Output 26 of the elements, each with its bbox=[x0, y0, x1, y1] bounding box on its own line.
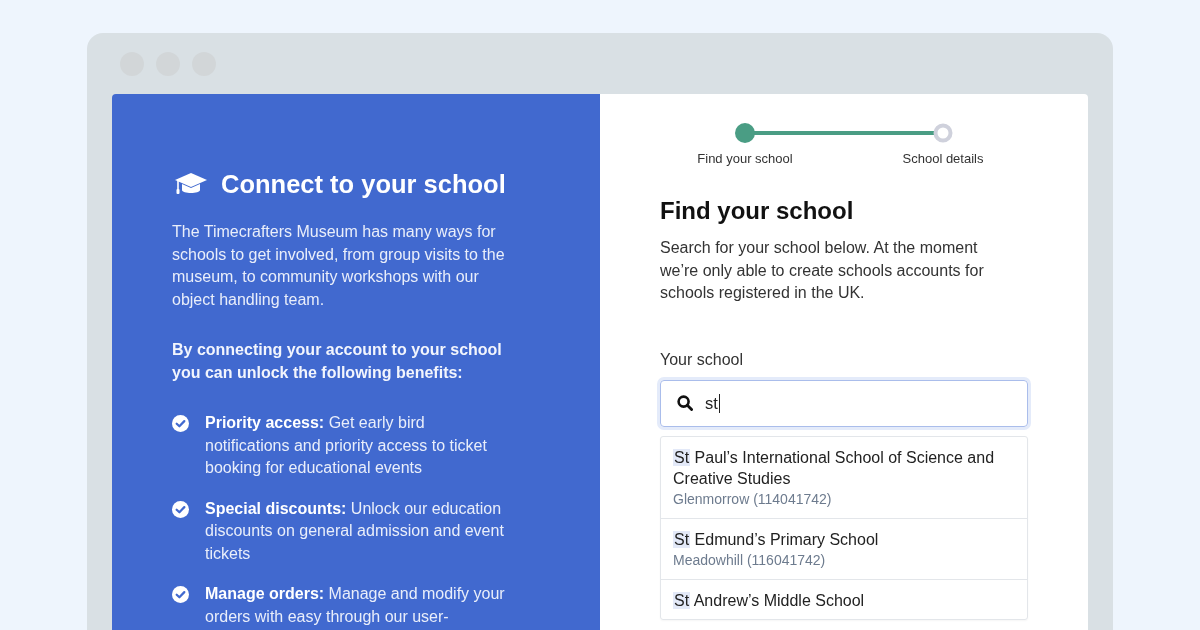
step-label: Find your school bbox=[697, 151, 793, 167]
form-description: Search for your school below. At the moment we’re only able to create schools accounts for schools registered in the UK. bbox=[660, 238, 985, 303]
search-result-item[interactable]: St Edmund’s Primary School Meadowhill (116041742) bbox=[661, 517, 1027, 579]
result-location: Meadowhill (116041742) bbox=[673, 550, 827, 570]
search-field[interactable]: st bbox=[660, 379, 1028, 427]
benefits-intro: By connecting your account to your school you can unlock the following benefits: bbox=[172, 340, 503, 383]
result-location: Glenmorrow (114041742) bbox=[673, 489, 833, 509]
check-circle-icon bbox=[172, 500, 189, 518]
step-label: School details bbox=[902, 151, 984, 167]
field-label: Your school bbox=[660, 349, 745, 370]
graduation-cap-icon bbox=[174, 172, 208, 196]
text-cursor-icon bbox=[718, 393, 721, 413]
panel-title: Connect to your school bbox=[221, 169, 506, 199]
check-circle-icon bbox=[172, 586, 189, 603]
result-name: St Paul’s International School of Science and Creative Studies bbox=[673, 447, 996, 489]
search-result-item[interactable]: St Paul’s International School of Science and Creative Studies Glenmorrow (114041742) bbox=[661, 436, 1027, 518]
form-heading: Find your school bbox=[660, 197, 855, 225]
search-icon bbox=[677, 395, 693, 411]
check-circle-icon bbox=[172, 415, 189, 432]
intro-text: The Timecrafters Museum has many ways for schools to get involved, from group visits to the museum, to community workshops with our object handling team. bbox=[172, 222, 506, 310]
search-result-item[interactable]: St Andrew’s Middle School bbox=[661, 578, 1027, 619]
result-name: St Edmund’s Primary School bbox=[673, 529, 880, 550]
benefit-text: Special discounts: Unlock our education discounts on general admission and event tickets bbox=[205, 498, 505, 564]
benefit-text: Priority access: Get early bird notifications and priority access to ticket booking for educational events bbox=[205, 413, 488, 478]
result-name: St Andrew’s Middle School bbox=[673, 590, 866, 611]
benefit-text: Manage orders: Manage and modify your orders with easy through our user- bbox=[205, 584, 506, 627]
